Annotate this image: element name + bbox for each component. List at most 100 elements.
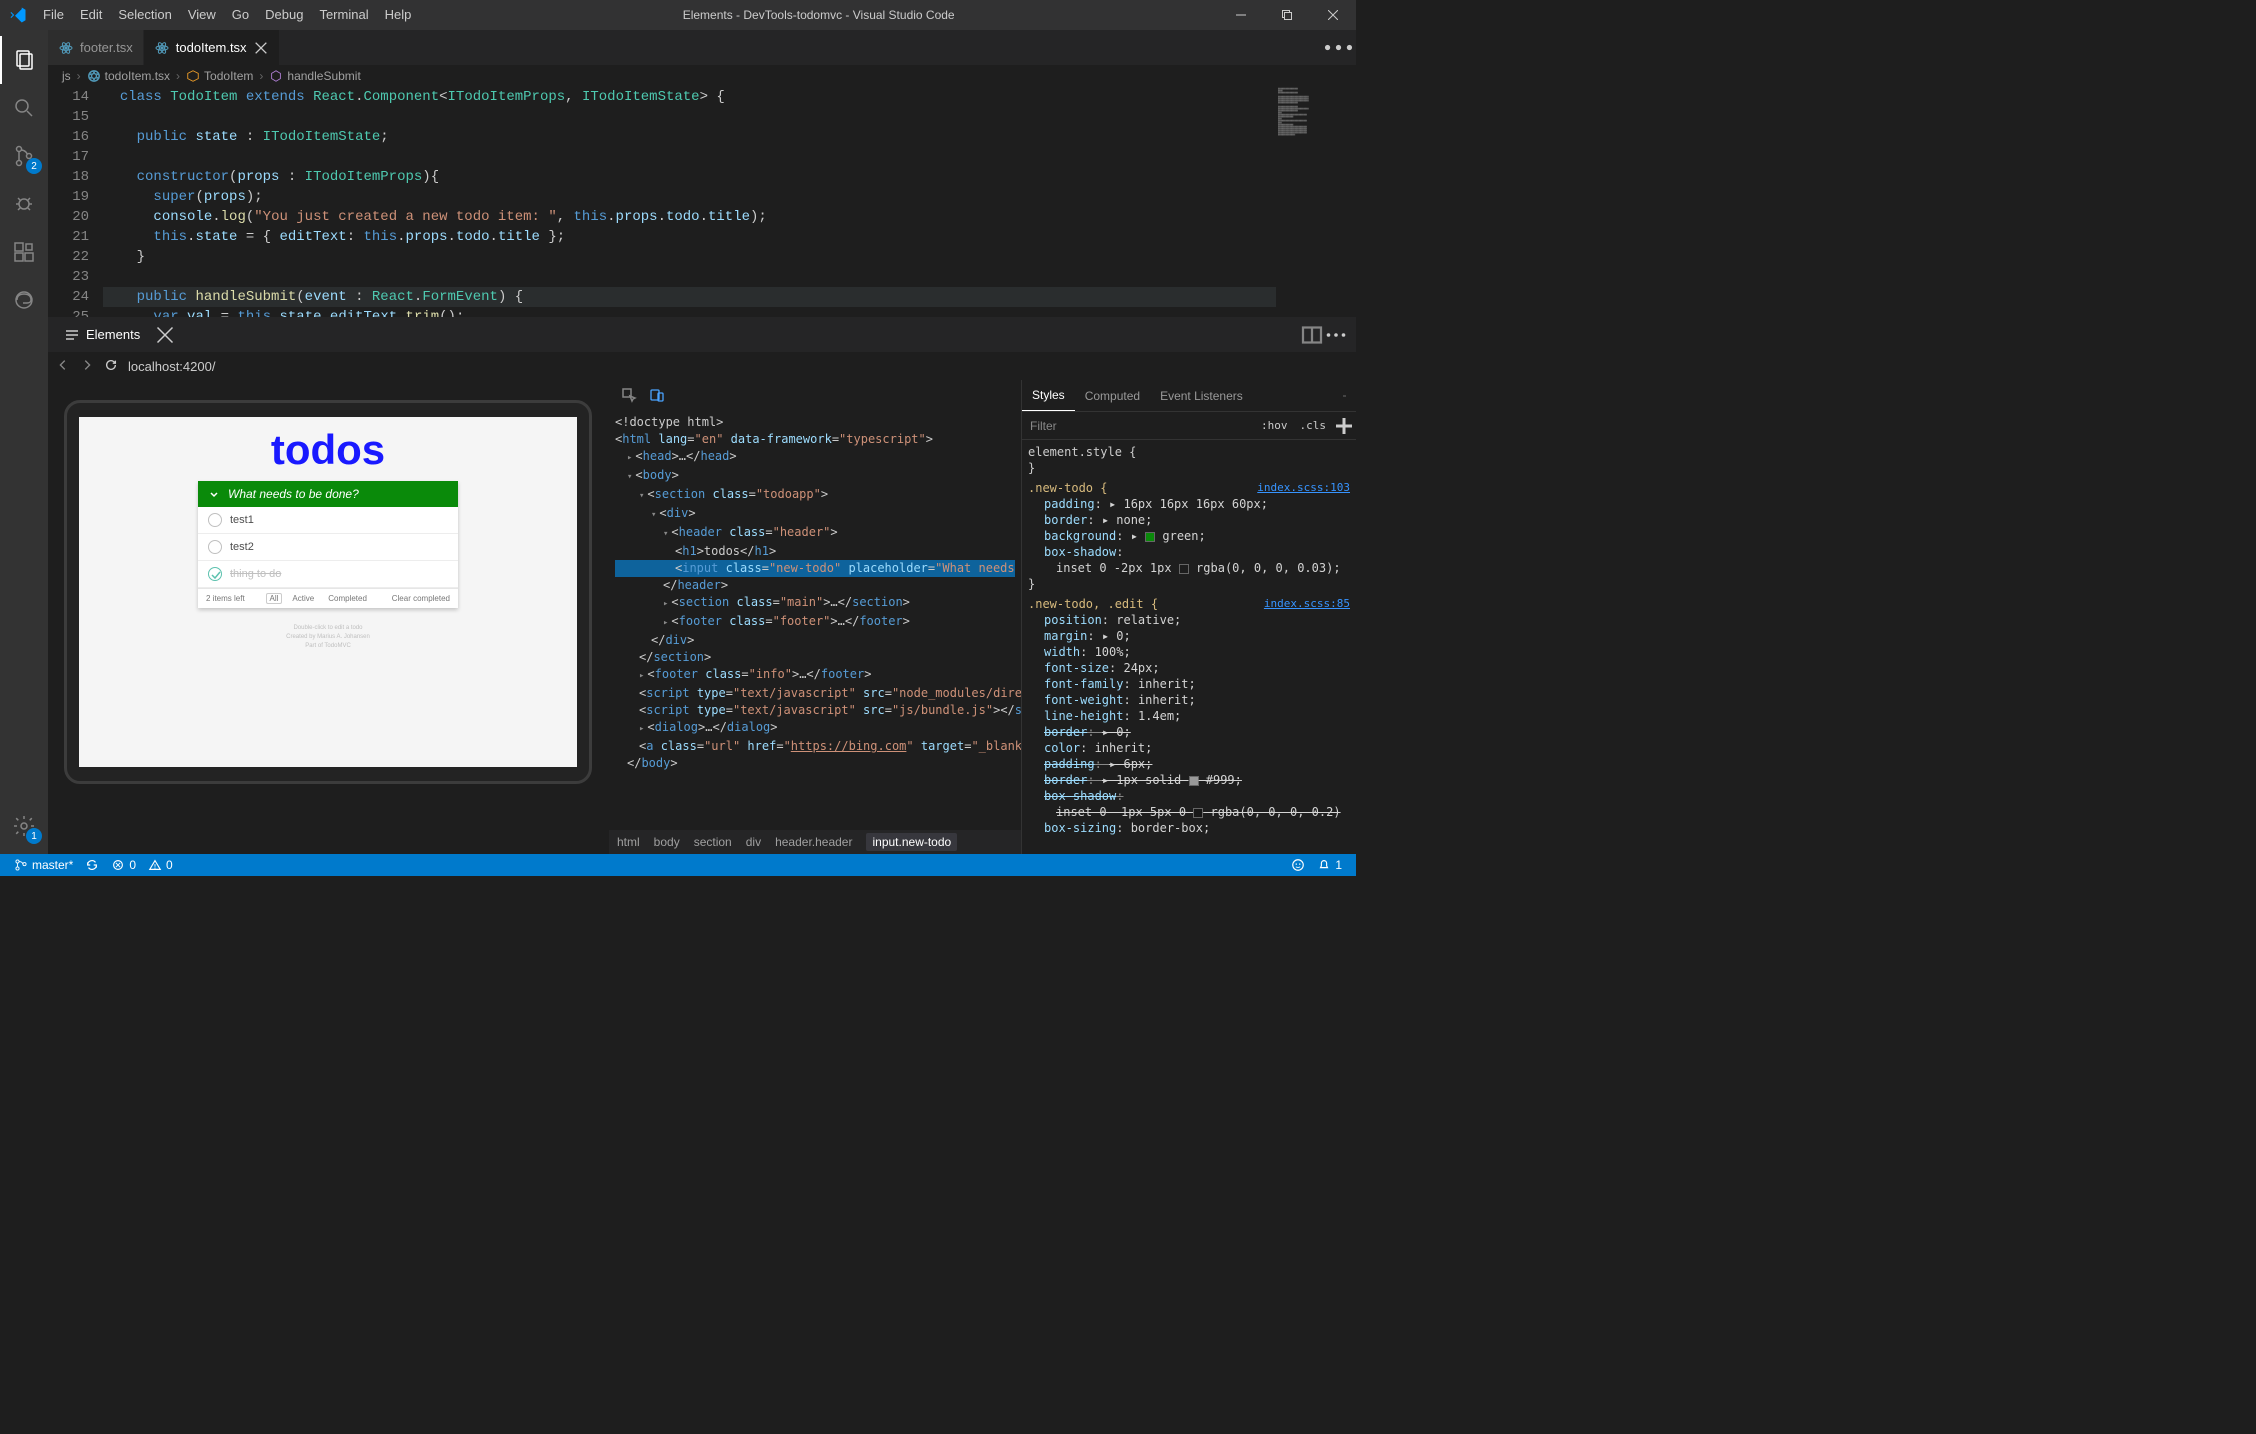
dom-node[interactable]: <h1>todos</h1> (615, 543, 1015, 560)
styles-body[interactable]: element.style {}.new-todo {index.scss:10… (1022, 440, 1356, 854)
menu-view[interactable]: View (180, 0, 224, 30)
sync-icon[interactable] (79, 858, 105, 872)
menu-file[interactable]: File (35, 0, 72, 30)
styles-panel: StylesComputedEvent Listeners Filter :ho… (1021, 380, 1356, 854)
menu-debug[interactable]: Debug (257, 0, 311, 30)
dom-node[interactable]: <html lang="en" data-framework="typescri… (615, 431, 1015, 448)
tabs-overflow-icon[interactable] (1321, 30, 1356, 65)
device-toolbar-icon[interactable] (649, 387, 665, 406)
styles-filter-input[interactable]: Filter (1022, 419, 1255, 433)
styles-tab-event-listeners[interactable]: Event Listeners (1150, 380, 1253, 411)
inspect-element-icon[interactable] (621, 387, 637, 406)
clear-completed-button[interactable]: Clear completed (392, 594, 450, 603)
activity-bar: 2 1 (0, 30, 48, 854)
code-editor[interactable]: 141516171819202122232425 class TodoItem … (48, 87, 1356, 317)
new-todo-input[interactable]: What needs to be done? (198, 481, 458, 507)
styles-tab-styles[interactable]: Styles (1022, 380, 1075, 411)
scm-badge: 2 (26, 158, 42, 174)
dom-node[interactable]: <section class="main">…</section> (615, 594, 1015, 613)
git-branch[interactable]: master* (8, 858, 79, 872)
minimap[interactable]: ████████████████████████████████████████… (1276, 87, 1356, 317)
vscode-logo-icon (0, 6, 35, 24)
dom-node[interactable]: </section> (615, 649, 1015, 666)
debug-icon[interactable] (0, 180, 48, 228)
dom-node[interactable]: <div> (615, 505, 1015, 524)
dom-crumb[interactable]: div (746, 835, 761, 849)
dom-crumb[interactable]: section (694, 835, 732, 849)
breadcrumb-class[interactable]: TodoItem (186, 69, 253, 83)
todo-toggle-icon[interactable] (208, 567, 222, 581)
breadcrumb-file[interactable]: todoItem.tsx (87, 69, 170, 83)
nav-back-icon[interactable] (56, 358, 70, 375)
menu-go[interactable]: Go (224, 0, 257, 30)
search-icon[interactable] (0, 84, 48, 132)
breadcrumb-folder[interactable]: js (62, 69, 71, 83)
dom-node[interactable]: <dialog>…</dialog> (615, 719, 1015, 738)
breadcrumb-method[interactable]: handleSubmit (269, 69, 360, 83)
dom-node[interactable]: <!doctype html> (615, 414, 1015, 431)
extensions-icon[interactable] (0, 228, 48, 276)
todo-filters: All Active Completed (266, 593, 371, 604)
split-editor-icon[interactable] (1300, 323, 1324, 347)
explorer-icon[interactable] (0, 36, 48, 84)
tab-close-icon[interactable] (253, 40, 269, 56)
panel-more-icon[interactable] (1324, 323, 1348, 347)
problems-warnings[interactable]: 0 (142, 858, 179, 872)
menu-edit[interactable]: Edit (72, 0, 110, 30)
editor-tab[interactable]: footer.tsx (48, 30, 144, 65)
dom-crumb[interactable]: input.new-todo (866, 833, 957, 851)
filter-all[interactable]: All (266, 593, 283, 604)
editor-tab[interactable]: todoItem.tsx (144, 30, 280, 65)
nav-forward-icon[interactable] (80, 358, 94, 375)
dom-node[interactable]: </div> (615, 632, 1015, 649)
hov-toggle[interactable]: :hov (1255, 419, 1294, 432)
maximize-button[interactable] (1264, 0, 1310, 30)
elements-panel-tab[interactable]: Elements (56, 323, 148, 347)
feedback-icon[interactable] (1285, 858, 1311, 872)
dom-crumb[interactable]: html (617, 835, 640, 849)
app-info: Double-click to edit a todoCreated by Ma… (79, 624, 577, 651)
dom-crumb[interactable]: body (654, 835, 680, 849)
todo-item[interactable]: thing to do (198, 561, 458, 588)
dom-node[interactable]: <script type="text/javascript" src="js/b… (615, 702, 1015, 719)
notifications-icon[interactable]: 1 (1311, 858, 1348, 872)
minimize-button[interactable] (1218, 0, 1264, 30)
source-control-icon[interactable]: 2 (0, 132, 48, 180)
dom-node[interactable]: <footer class="info">…</footer> (615, 666, 1015, 685)
dom-node[interactable]: <section class="todoapp"> (615, 486, 1015, 505)
cls-toggle[interactable]: .cls (1294, 419, 1333, 432)
filter-completed[interactable]: Completed (324, 593, 371, 604)
todo-toggle-icon[interactable] (208, 513, 222, 527)
dom-node[interactable]: <footer class="footer">…</footer> (615, 613, 1015, 632)
todo-item[interactable]: test2 (198, 534, 458, 561)
problems-errors[interactable]: 0 (105, 858, 142, 872)
dom-node[interactable]: </body> (615, 755, 1015, 772)
menu-terminal[interactable]: Terminal (311, 0, 376, 30)
styles-overflow-icon[interactable] (1332, 380, 1356, 411)
edge-icon[interactable] (0, 276, 48, 324)
menu-help[interactable]: Help (377, 0, 420, 30)
reload-icon[interactable] (104, 358, 118, 375)
settings-icon[interactable]: 1 (0, 802, 48, 850)
dom-node[interactable]: </header> (615, 577, 1015, 594)
dom-node[interactable]: <a class="url" href="https://bing.com" t… (615, 738, 1015, 755)
new-style-rule-icon[interactable] (1332, 414, 1356, 438)
dom-node[interactable]: <header class="header"> (615, 524, 1015, 543)
styles-tab-computed[interactable]: Computed (1075, 380, 1150, 411)
menu-selection[interactable]: Selection (110, 0, 179, 30)
dom-node[interactable]: <input class="new-todo" placeholder="Wha… (615, 560, 1015, 577)
dom-tree[interactable]: <!doctype html><html lang="en" data-fram… (609, 412, 1021, 830)
todo-item[interactable]: test1 (198, 507, 458, 534)
dom-node[interactable]: <body> (615, 467, 1015, 486)
dom-node[interactable]: <head>…</head> (615, 448, 1015, 467)
breadcrumb[interactable]: js › todoItem.tsx › TodoItem › handleSub… (48, 65, 1356, 87)
page-preview: todos What needs to be done? test1test2t… (48, 380, 608, 854)
todo-toggle-icon[interactable] (208, 540, 222, 554)
dom-node[interactable]: <script type="text/javascript" src="node… (615, 685, 1015, 702)
panel-close-icon[interactable] (156, 326, 174, 344)
dom-breadcrumb[interactable]: html body section div header.header input.new… (609, 830, 1021, 854)
filter-active[interactable]: Active (288, 593, 318, 604)
dom-crumb[interactable]: header.header (775, 835, 852, 849)
url-bar[interactable]: localhost:4200/ (128, 359, 215, 374)
close-button[interactable] (1310, 0, 1356, 30)
